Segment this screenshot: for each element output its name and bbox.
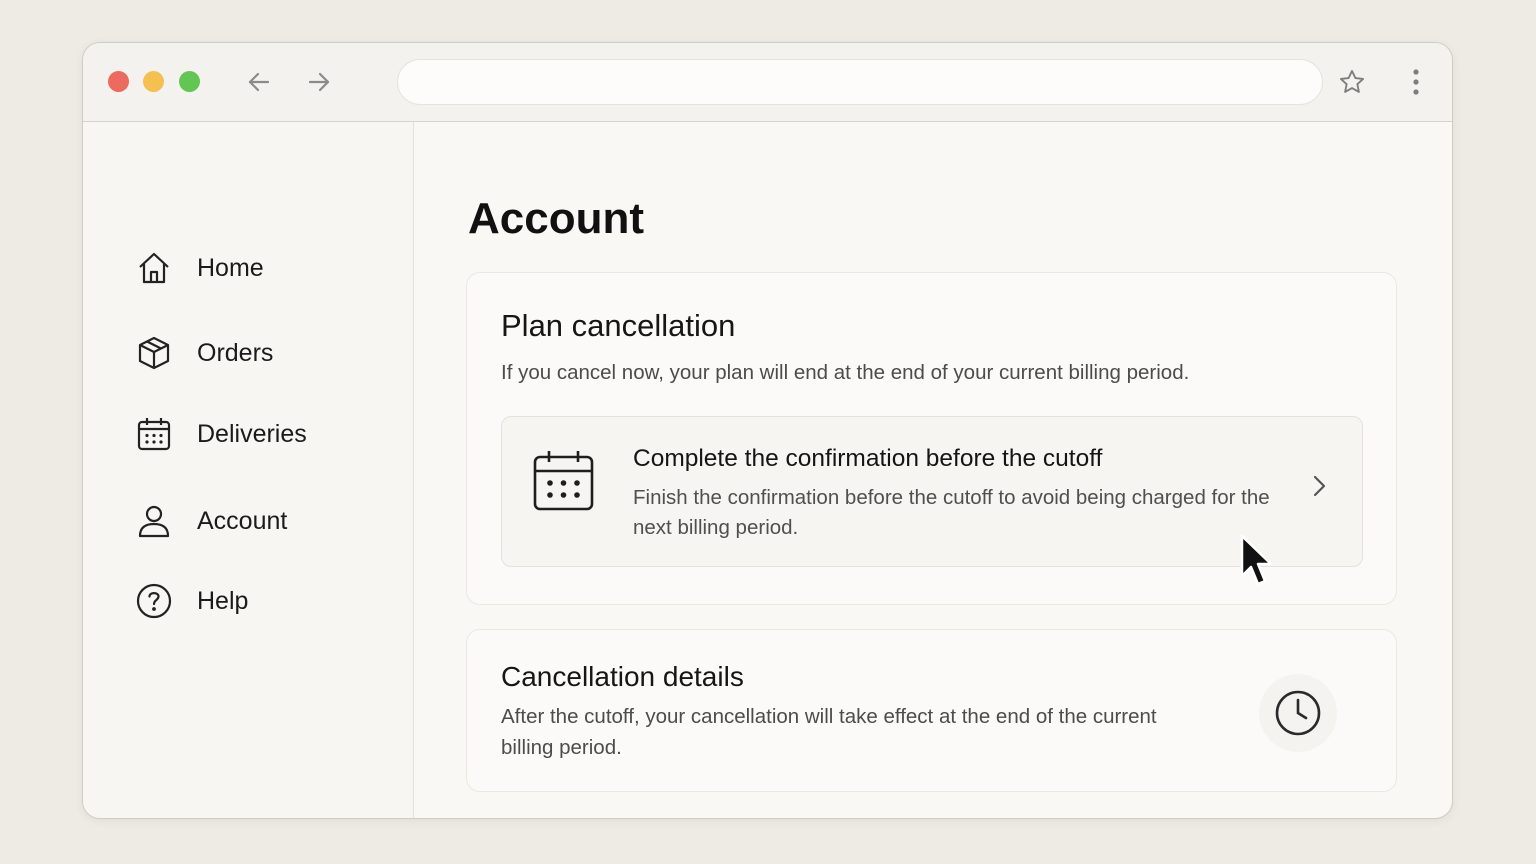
plan-cancellation-card: Plan cancellation If you cancel now, you… xyxy=(466,272,1397,605)
calendar-icon xyxy=(532,449,596,513)
home-icon xyxy=(135,249,173,287)
card-title: Cancellation details xyxy=(501,661,744,692)
sidebar-item-label: Deliveries xyxy=(197,419,307,448)
sidebar-item-help[interactable]: Help xyxy=(135,579,385,623)
sidebar-item-label: Help xyxy=(197,586,249,615)
browser-toolbar xyxy=(83,43,1452,122)
user-icon xyxy=(135,502,173,540)
close-window-button[interactable] xyxy=(108,71,129,92)
sidebar: Home Orders Deliveries Account Help xyxy=(83,122,414,818)
back-arrow-icon[interactable] xyxy=(244,67,274,97)
help-circle-icon xyxy=(135,582,173,620)
forward-arrow-icon[interactable] xyxy=(304,67,334,97)
row-title: Complete the confirmation before the cut… xyxy=(633,445,1103,472)
address-bar[interactable] xyxy=(397,59,1323,105)
package-icon xyxy=(135,334,173,372)
clock-icon xyxy=(1259,674,1337,752)
chevron-right-icon xyxy=(1304,471,1334,501)
browser-window: Home Orders Deliveries Account Help Acco… xyxy=(82,42,1453,819)
row-description: Finish the confirmation before the cutof… xyxy=(633,486,1270,539)
card-description: After the cutoff, your cancellation will… xyxy=(501,705,1157,759)
page-title: Account xyxy=(468,194,644,243)
sidebar-item-label: Orders xyxy=(197,338,274,367)
calendar-icon xyxy=(135,415,173,453)
sidebar-item-label: Account xyxy=(197,506,288,535)
sidebar-item-orders[interactable]: Orders xyxy=(135,331,385,375)
card-description: If you cancel now, your plan will end at… xyxy=(501,361,1190,384)
confirm-cutoff-row[interactable]: Complete the confirmation before the cut… xyxy=(501,416,1363,567)
minimize-window-button[interactable] xyxy=(143,71,164,92)
cancellation-details-card: Cancellation details After the cutoff, y… xyxy=(466,629,1397,792)
sidebar-item-label: Home xyxy=(197,253,264,282)
more-menu-icon[interactable] xyxy=(1401,67,1431,97)
sidebar-item-deliveries[interactable]: Deliveries xyxy=(135,412,385,456)
main-content: Account Plan cancellation If you cancel … xyxy=(415,122,1452,818)
sidebar-item-account[interactable]: Account xyxy=(135,499,385,543)
bookmark-star-icon[interactable] xyxy=(1337,67,1367,97)
maximize-window-button[interactable] xyxy=(179,71,200,92)
sidebar-item-home[interactable]: Home xyxy=(135,246,385,290)
card-title: Plan cancellation xyxy=(501,308,736,343)
